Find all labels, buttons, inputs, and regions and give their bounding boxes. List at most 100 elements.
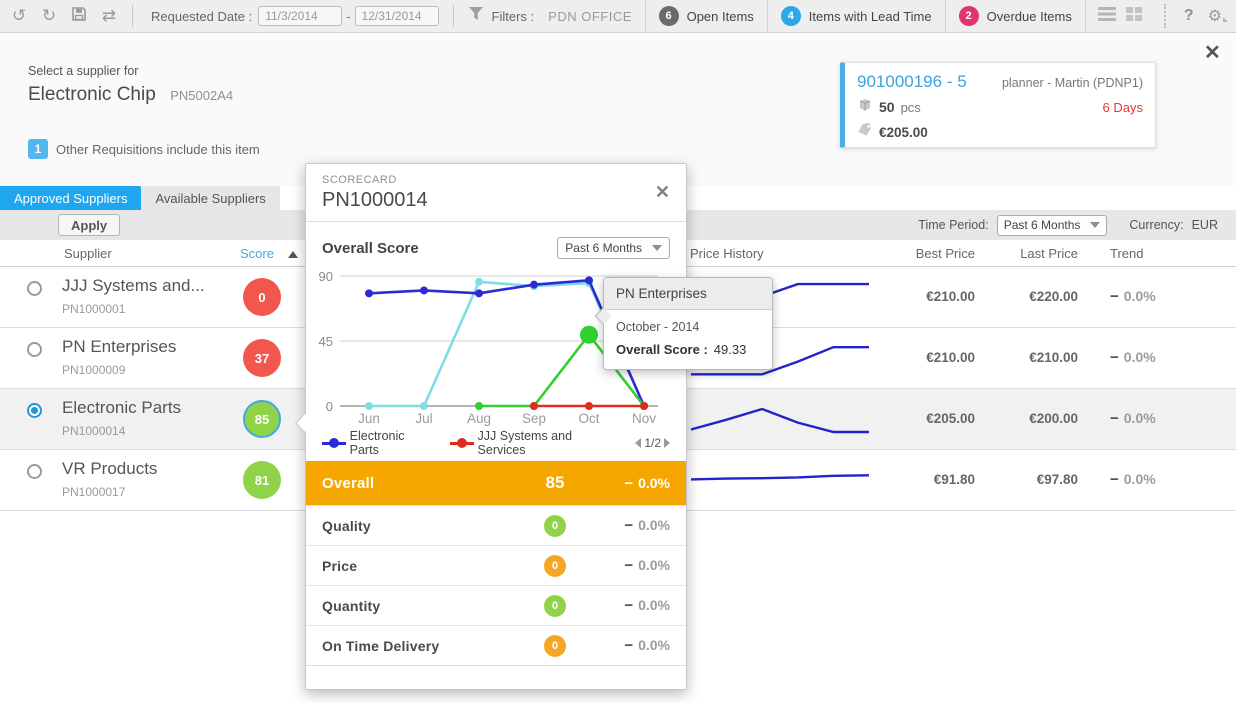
supplier-pn: PN1000017 (62, 485, 125, 499)
metric-trend: −0.0% (592, 475, 670, 492)
best-price-value: €91.80 (885, 472, 975, 487)
lead-time-items-badge: 4 (781, 6, 801, 26)
settings-menu[interactable]: ⚙ (1202, 6, 1236, 26)
legend-next-icon[interactable] (664, 438, 670, 448)
legend-label: Electronic Parts (350, 429, 436, 457)
metric-label: Price (322, 558, 544, 574)
metric-label: Quality (322, 518, 544, 534)
tab-approved-suppliers[interactable]: Approved Suppliers (0, 186, 141, 210)
order-card[interactable]: 901000196 - 5 planner - Martin (PDNP1) 5… (840, 62, 1156, 148)
legend-label: JJJ Systems and Services (478, 429, 622, 457)
price-history-sparkline (688, 453, 872, 508)
supplier-pn: PN1000001 (62, 302, 125, 316)
filters-label: Filters : (492, 9, 535, 24)
metric-score-badge: 0 (544, 635, 566, 657)
time-period-label: Time Period: (918, 218, 988, 232)
supplier-radio[interactable] (27, 281, 42, 296)
best-price-value: €210.00 (885, 289, 975, 304)
metric-row-quality[interactable]: Quality 0 −0.0% (306, 505, 686, 545)
metric-row-on-time-delivery[interactable]: On Time Delivery 0 −0.0% (306, 625, 686, 665)
save-icon[interactable] (64, 6, 94, 27)
metric-trend: −0.0% (592, 517, 670, 534)
metric-row-overall[interactable]: Overall 85 −0.0% (306, 461, 686, 505)
sort-ascending-icon[interactable] (288, 251, 298, 258)
apply-button[interactable]: Apply (58, 214, 120, 236)
supplier-radio[interactable] (27, 464, 42, 479)
planner-label: planner - Martin (PDNP1) (1002, 76, 1143, 90)
col-last-price: Last Price (988, 246, 1078, 261)
legend-prev-icon[interactable] (635, 438, 641, 448)
metric-score-badge: 0 (544, 515, 566, 537)
quantity-unit: pcs (901, 100, 921, 115)
scorecard-close-icon[interactable]: ✕ (655, 182, 670, 203)
metric-row-price[interactable]: Price 0 −0.0% (306, 545, 686, 585)
date-from-input[interactable] (258, 6, 342, 26)
metric-score-badge: 0 (544, 595, 566, 617)
time-period-select[interactable]: Past 6 Months (997, 215, 1108, 236)
requisitions-count-badge[interactable]: 1 (28, 139, 48, 159)
dotted-divider (1164, 4, 1166, 28)
overdue-items-filter[interactable]: 2 Overdue Items (945, 0, 1085, 33)
lead-time-value: 6 Days (1103, 100, 1143, 115)
help-icon[interactable]: ? (1176, 7, 1202, 25)
chart-tooltip: PN Enterprises October - 2014 Overall Sc… (603, 277, 773, 370)
svg-text:Nov: Nov (632, 411, 656, 426)
col-score[interactable]: Score (240, 246, 274, 261)
chevron-down-icon (652, 245, 662, 251)
transfer-icon[interactable]: ⇄ (94, 6, 124, 26)
close-icon[interactable]: ✕ (1204, 40, 1221, 65)
open-items-filter[interactable]: 6 Open Items (645, 0, 767, 33)
metric-score: 85 (544, 473, 566, 493)
grid-view-icon[interactable] (1126, 7, 1142, 26)
metric-row-quantity[interactable]: Quantity 0 −0.0% (306, 585, 686, 625)
part-number: PN5002A4 (170, 88, 233, 103)
supplier-radio-selected[interactable] (27, 403, 42, 418)
supplier-pn: PN1000009 (62, 363, 125, 377)
score-badge[interactable]: 85 (243, 400, 281, 438)
lead-time-items-label: Items with Lead Time (809, 9, 932, 24)
filter-funnel-icon[interactable] (468, 6, 484, 26)
order-price: €205.00 (879, 125, 928, 140)
supplier-pn: PN1000014 (62, 424, 125, 438)
legend-page-indicator: 1/2 (644, 436, 661, 450)
trend-sign: − (1110, 288, 1119, 305)
price-tag-icon (857, 123, 873, 141)
undo-icon[interactable]: ↺ (4, 6, 34, 26)
toolbar-divider (453, 5, 454, 27)
tab-available-suppliers[interactable]: Available Suppliers (141, 186, 279, 210)
date-separator: - (346, 9, 350, 24)
open-items-label: Open Items (687, 9, 754, 24)
col-supplier: Supplier (64, 246, 112, 261)
supplier-radio[interactable] (27, 342, 42, 357)
svg-text:Sep: Sep (522, 411, 546, 426)
gear-icon: ⚙ (1208, 8, 1222, 25)
metric-trend: −0.0% (592, 557, 670, 574)
legend-marker-icon (322, 438, 346, 449)
requested-date-label: Requested Date : (151, 9, 252, 24)
supplier-name: Electronic Parts (62, 398, 181, 418)
price-history-sparkline (688, 392, 872, 447)
trend-sign: − (1110, 471, 1119, 488)
tooltip-score-label: Overall Score : (616, 342, 708, 357)
filters-value[interactable]: PDN OFFICE (548, 9, 632, 24)
col-price-history: Price History (690, 246, 764, 261)
scorecard-footer (306, 665, 686, 686)
score-badge[interactable]: 0 (243, 278, 281, 316)
score-badge[interactable]: 37 (243, 339, 281, 377)
trend-value: −0.0% (1110, 349, 1156, 366)
lead-time-items-filter[interactable]: 4 Items with Lead Time (767, 0, 945, 33)
supplier-name: PN Enterprises (62, 337, 176, 357)
order-number-link[interactable]: 901000196 - 5 (857, 72, 967, 92)
date-to-input[interactable] (355, 6, 439, 26)
trend-sign: − (1110, 410, 1119, 427)
list-view-icon[interactable] (1098, 7, 1116, 26)
scorecard-popup: SCORECARD PN1000014 ✕ Overall Score Past… (305, 163, 687, 690)
legend-item: Electronic Parts (322, 429, 436, 457)
redo-icon[interactable]: ↻ (34, 6, 64, 26)
trend-value: −0.0% (1110, 288, 1156, 305)
last-price-value: €97.80 (988, 472, 1078, 487)
scorecard-period-value: Past 6 Months (565, 241, 642, 255)
scorecard-period-select[interactable]: Past 6 Months (557, 237, 670, 259)
score-badge[interactable]: 81 (243, 461, 281, 499)
svg-text:0: 0 (326, 399, 333, 414)
